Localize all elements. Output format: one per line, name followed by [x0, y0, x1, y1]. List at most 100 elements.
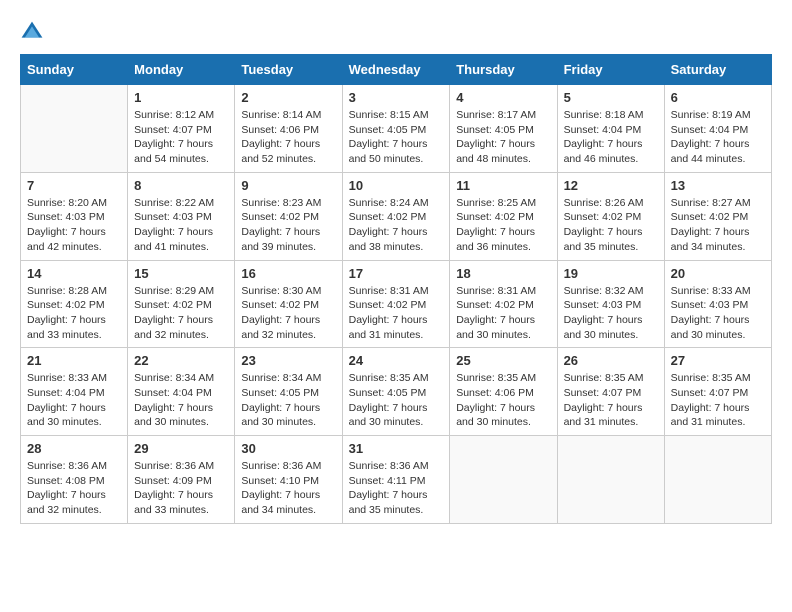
day-number: 10: [349, 178, 444, 193]
day-info: Sunrise: 8:19 AM Sunset: 4:04 PM Dayligh…: [671, 108, 765, 167]
calendar-week-row: 7Sunrise: 8:20 AM Sunset: 4:03 PM Daylig…: [21, 172, 772, 260]
calendar-cell: 6 Sunrise: 8:19 AM Sunset: 4:04 PM Daylig…: [664, 85, 771, 173]
day-number: 2: [241, 90, 335, 105]
calendar-cell: 22 Sunrise: 8:34 AM Sunset: 4:04 PM Dayli…: [128, 348, 235, 436]
weekday-header: Saturday: [664, 55, 771, 85]
day-number: 9: [241, 178, 335, 193]
calendar-cell: 14 Sunrise: 8:28 AM Sunset: 4:02 PM Dayli…: [21, 260, 128, 348]
day-info: Sunrise: 8:31 AM Sunset: 4:02 PM Dayligh…: [349, 284, 444, 343]
day-info: Sunrise: 8:33 AM Sunset: 4:03 PM Dayligh…: [671, 284, 765, 343]
day-info: Sunrise: 8:36 AM Sunset: 4:09 PM Dayligh…: [134, 459, 228, 518]
day-info: Sunrise: 8:15 AM Sunset: 4:05 PM Dayligh…: [349, 108, 444, 167]
day-info: Sunrise: 8:14 AM Sunset: 4:06 PM Dayligh…: [241, 108, 335, 167]
day-number: 13: [671, 178, 765, 193]
calendar-cell: 17Sunrise: 8:31 AM Sunset: 4:02 PM Dayli…: [342, 260, 450, 348]
calendar-cell: [450, 436, 557, 524]
calendar-cell: [664, 436, 771, 524]
day-info: Sunrise: 8:23 AM Sunset: 4:02 PM Dayligh…: [241, 196, 335, 255]
calendar-cell: 31Sunrise: 8:36 AM Sunset: 4:11 PM Dayli…: [342, 436, 450, 524]
logo-icon: [20, 20, 44, 44]
weekday-header: Thursday: [450, 55, 557, 85]
day-number: 3: [349, 90, 444, 105]
day-number: 4: [456, 90, 550, 105]
day-number: 21: [27, 353, 121, 368]
calendar-cell: 8Sunrise: 8:22 AM Sunset: 4:03 PM Daylig…: [128, 172, 235, 260]
page-header: [20, 20, 772, 44]
calendar-cell: 12 Sunrise: 8:26 AM Sunset: 4:02 PM Dayli…: [557, 172, 664, 260]
calendar-cell: 29 Sunrise: 8:36 AM Sunset: 4:09 PM Dayli…: [128, 436, 235, 524]
day-info: Sunrise: 8:35 AM Sunset: 4:07 PM Dayligh…: [671, 371, 765, 430]
calendar-week-row: 28 Sunrise: 8:36 AM Sunset: 4:08 PM Dayli…: [21, 436, 772, 524]
calendar-cell: 7Sunrise: 8:20 AM Sunset: 4:03 PM Daylig…: [21, 172, 128, 260]
calendar-cell: 4 Sunrise: 8:17 AM Sunset: 4:05 PM Daylig…: [450, 85, 557, 173]
day-number: 24: [349, 353, 444, 368]
calendar-cell: 25 Sunrise: 8:35 AM Sunset: 4:06 PM Dayli…: [450, 348, 557, 436]
day-number: 20: [671, 266, 765, 281]
day-info: Sunrise: 8:26 AM Sunset: 4:02 PM Dayligh…: [564, 196, 658, 255]
day-info: Sunrise: 8:34 AM Sunset: 4:05 PM Dayligh…: [241, 371, 335, 430]
day-info: Sunrise: 8:36 AM Sunset: 4:08 PM Dayligh…: [27, 459, 121, 518]
calendar-cell: 5 Sunrise: 8:18 AM Sunset: 4:04 PM Daylig…: [557, 85, 664, 173]
day-number: 27: [671, 353, 765, 368]
day-info: Sunrise: 8:17 AM Sunset: 4:05 PM Dayligh…: [456, 108, 550, 167]
day-number: 8: [134, 178, 228, 193]
calendar-cell: 20 Sunrise: 8:33 AM Sunset: 4:03 PM Dayli…: [664, 260, 771, 348]
day-info: Sunrise: 8:35 AM Sunset: 4:07 PM Dayligh…: [564, 371, 658, 430]
day-info: Sunrise: 8:25 AM Sunset: 4:02 PM Dayligh…: [456, 196, 550, 255]
day-number: 23: [241, 353, 335, 368]
calendar-cell: 1 Sunrise: 8:12 AM Sunset: 4:07 PM Daylig…: [128, 85, 235, 173]
day-info: Sunrise: 8:18 AM Sunset: 4:04 PM Dayligh…: [564, 108, 658, 167]
calendar-cell: 11 Sunrise: 8:25 AM Sunset: 4:02 PM Dayli…: [450, 172, 557, 260]
day-number: 1: [134, 90, 228, 105]
day-info: Sunrise: 8:36 AM Sunset: 4:10 PM Dayligh…: [241, 459, 335, 518]
day-info: Sunrise: 8:30 AM Sunset: 4:02 PM Dayligh…: [241, 284, 335, 343]
day-info: Sunrise: 8:32 AM Sunset: 4:03 PM Dayligh…: [564, 284, 658, 343]
logo: [20, 20, 48, 44]
day-number: 16: [241, 266, 335, 281]
day-number: 28: [27, 441, 121, 456]
weekday-header: Tuesday: [235, 55, 342, 85]
calendar-cell: 16 Sunrise: 8:30 AM Sunset: 4:02 PM Dayli…: [235, 260, 342, 348]
day-number: 31: [349, 441, 444, 456]
calendar-cell: 10Sunrise: 8:24 AM Sunset: 4:02 PM Dayli…: [342, 172, 450, 260]
calendar-cell: 28 Sunrise: 8:36 AM Sunset: 4:08 PM Dayli…: [21, 436, 128, 524]
day-number: 29: [134, 441, 228, 456]
calendar-cell: 21Sunrise: 8:33 AM Sunset: 4:04 PM Dayli…: [21, 348, 128, 436]
day-number: 25: [456, 353, 550, 368]
calendar-week-row: 21Sunrise: 8:33 AM Sunset: 4:04 PM Dayli…: [21, 348, 772, 436]
day-number: 14: [27, 266, 121, 281]
day-info: Sunrise: 8:34 AM Sunset: 4:04 PM Dayligh…: [134, 371, 228, 430]
calendar-cell: 30 Sunrise: 8:36 AM Sunset: 4:10 PM Dayli…: [235, 436, 342, 524]
calendar-cell: 2 Sunrise: 8:14 AM Sunset: 4:06 PM Daylig…: [235, 85, 342, 173]
day-number: 30: [241, 441, 335, 456]
calendar-cell: 23 Sunrise: 8:34 AM Sunset: 4:05 PM Dayli…: [235, 348, 342, 436]
calendar-cell: 9 Sunrise: 8:23 AM Sunset: 4:02 PM Daylig…: [235, 172, 342, 260]
day-info: Sunrise: 8:12 AM Sunset: 4:07 PM Dayligh…: [134, 108, 228, 167]
calendar-cell: 27 Sunrise: 8:35 AM Sunset: 4:07 PM Dayli…: [664, 348, 771, 436]
calendar-cell: 26Sunrise: 8:35 AM Sunset: 4:07 PM Dayli…: [557, 348, 664, 436]
calendar-cell: 19 Sunrise: 8:32 AM Sunset: 4:03 PM Dayli…: [557, 260, 664, 348]
weekday-header: Friday: [557, 55, 664, 85]
day-info: Sunrise: 8:28 AM Sunset: 4:02 PM Dayligh…: [27, 284, 121, 343]
calendar-table: SundayMondayTuesdayWednesdayThursdayFrid…: [20, 54, 772, 524]
calendar-cell: [557, 436, 664, 524]
calendar-week-row: 14 Sunrise: 8:28 AM Sunset: 4:02 PM Dayli…: [21, 260, 772, 348]
day-number: 15: [134, 266, 228, 281]
day-number: 11: [456, 178, 550, 193]
weekday-header: Monday: [128, 55, 235, 85]
day-info: Sunrise: 8:31 AM Sunset: 4:02 PM Dayligh…: [456, 284, 550, 343]
day-info: Sunrise: 8:29 AM Sunset: 4:02 PM Dayligh…: [134, 284, 228, 343]
day-number: 22: [134, 353, 228, 368]
day-info: Sunrise: 8:35 AM Sunset: 4:06 PM Dayligh…: [456, 371, 550, 430]
day-info: Sunrise: 8:35 AM Sunset: 4:05 PM Dayligh…: [349, 371, 444, 430]
weekday-header: Wednesday: [342, 55, 450, 85]
day-number: 19: [564, 266, 658, 281]
day-number: 6: [671, 90, 765, 105]
day-number: 12: [564, 178, 658, 193]
day-number: 5: [564, 90, 658, 105]
calendar-cell: 18Sunrise: 8:31 AM Sunset: 4:02 PM Dayli…: [450, 260, 557, 348]
calendar-cell: 13Sunrise: 8:27 AM Sunset: 4:02 PM Dayli…: [664, 172, 771, 260]
calendar-week-row: 1 Sunrise: 8:12 AM Sunset: 4:07 PM Daylig…: [21, 85, 772, 173]
calendar-header-row: SundayMondayTuesdayWednesdayThursdayFrid…: [21, 55, 772, 85]
calendar-cell: 3 Sunrise: 8:15 AM Sunset: 4:05 PM Daylig…: [342, 85, 450, 173]
